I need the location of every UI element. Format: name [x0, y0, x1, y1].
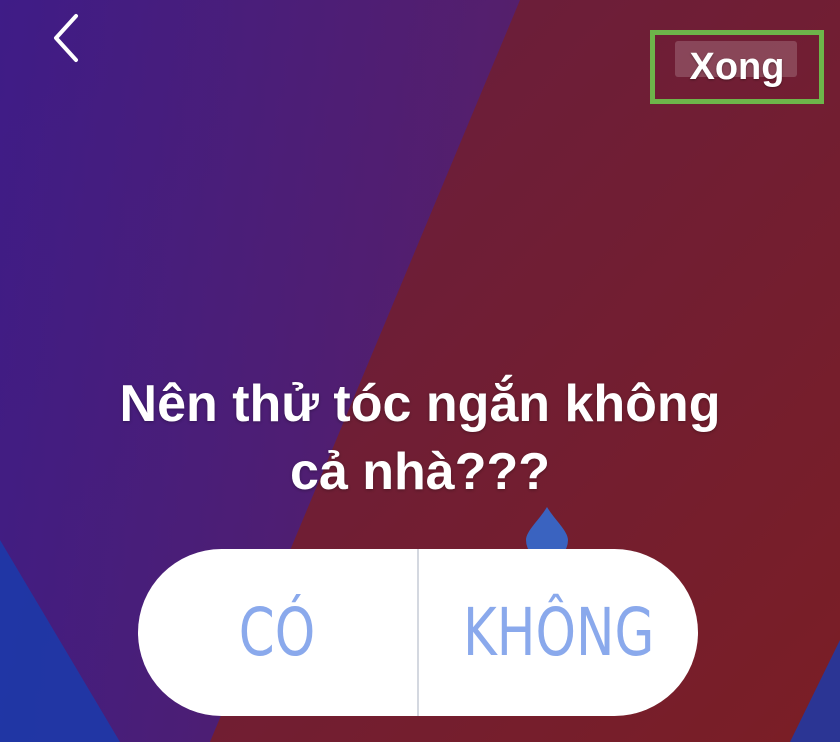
poll-question-line-2: cả nhà??? — [289, 443, 551, 501]
poll-option-no[interactable]: KHÔNG — [419, 549, 698, 716]
done-button-label: Xong — [689, 46, 785, 88]
poll-sticker: CÓ KHÔNG — [138, 549, 698, 716]
poll-option-no-label: KHÔNG — [462, 594, 655, 671]
poll-question-line-1: Nên thử tóc ngắn không — [119, 375, 721, 433]
poll-option-yes[interactable]: CÓ — [138, 549, 417, 716]
back-button[interactable] — [44, 12, 94, 66]
poll-option-yes-label: CÓ — [239, 594, 316, 671]
poll-question[interactable]: Nên thử tóc ngắn không cả nhà??? — [80, 370, 760, 506]
chevron-left-icon — [54, 14, 78, 62]
done-button[interactable]: Xong — [650, 30, 824, 104]
